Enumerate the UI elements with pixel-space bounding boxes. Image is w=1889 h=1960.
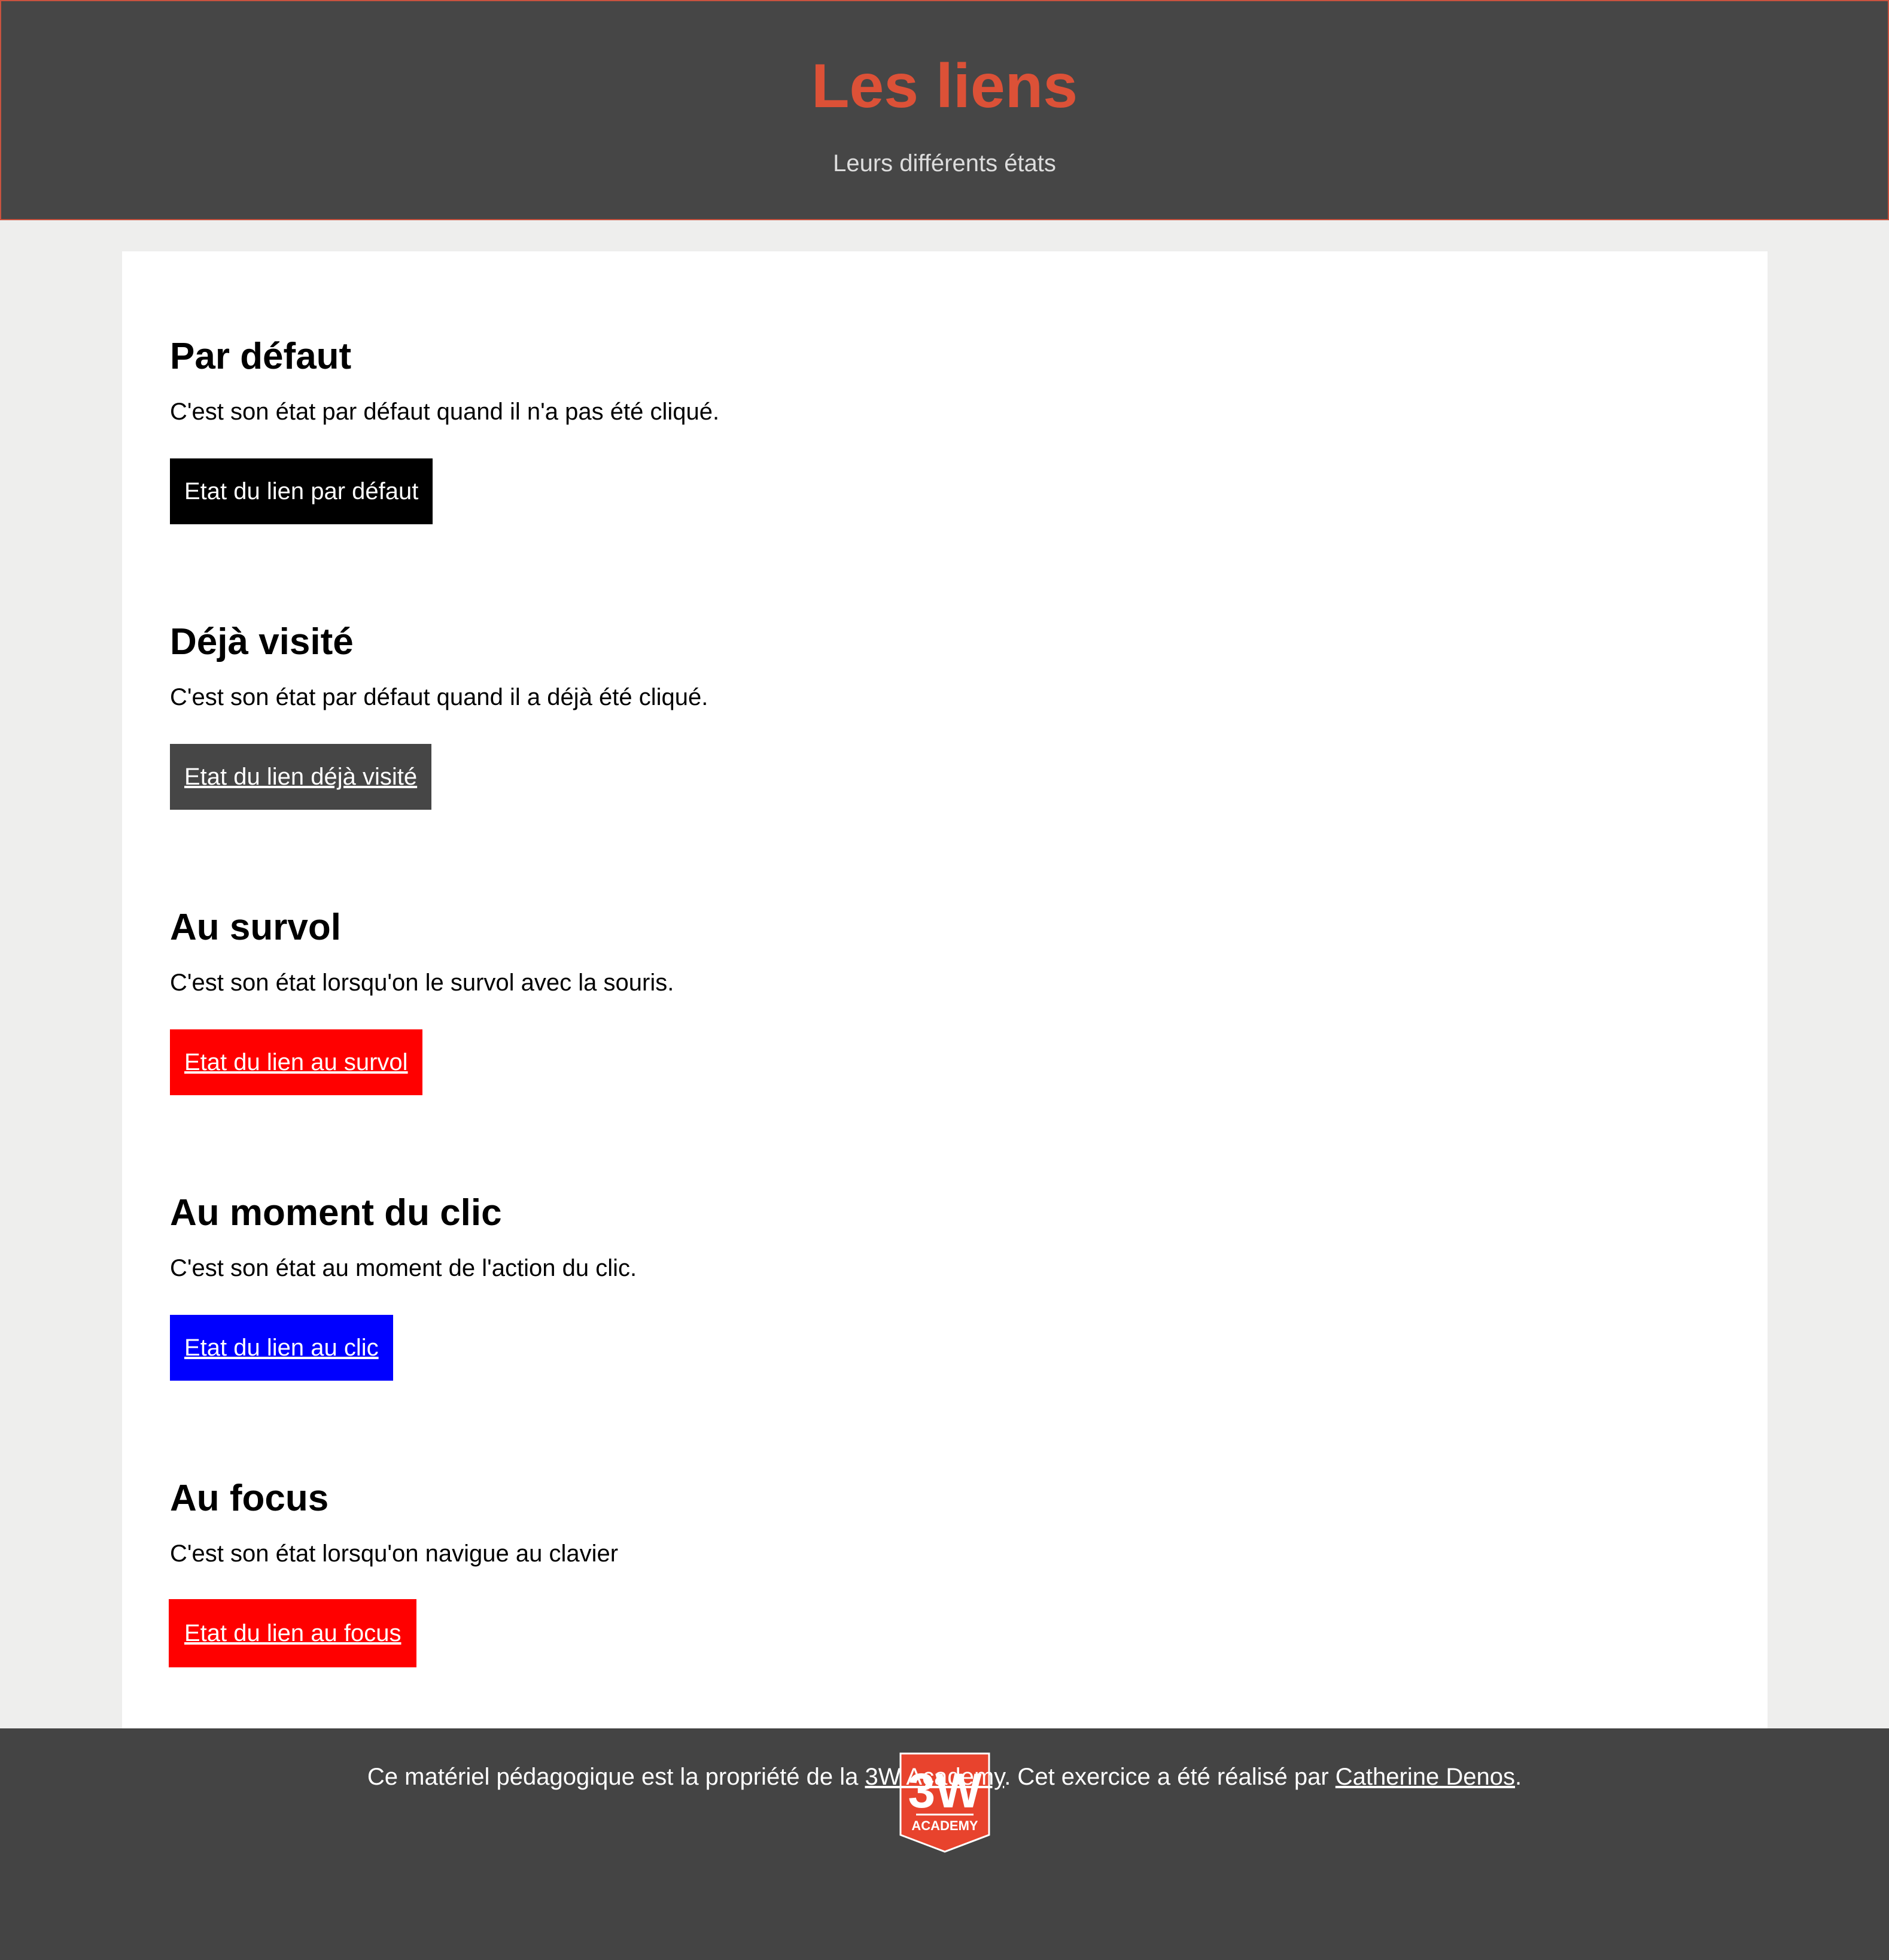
default-state-link[interactable]: Etat du lien par défaut	[170, 458, 433, 524]
3w-academy-link[interactable]: 3W Academy	[865, 1764, 1005, 1790]
page-subtitle: Leurs différents états	[833, 150, 1056, 177]
footer-text-before: Ce matériel pédagogique est la propriété…	[367, 1764, 865, 1790]
section-heading: Déjà visité	[170, 621, 354, 663]
section-heading: Au moment du clic	[170, 1192, 502, 1233]
section-description: C'est son état par défaut quand il n'a p…	[170, 399, 720, 425]
main-content: Par défaut C'est son état par défaut qua…	[122, 251, 1768, 1730]
section-description: C'est son état au moment de l'action du …	[170, 1255, 637, 1281]
focus-state-link[interactable]: Etat du lien au focus	[168, 1599, 417, 1667]
page-title: Les liens	[811, 51, 1078, 121]
visited-state-link[interactable]: Etat du lien déjà visité	[170, 744, 432, 810]
section-description: C'est son état par défaut quand il a déj…	[170, 684, 708, 710]
footer-text-middle: . Cet exercice a été réalisé par	[1004, 1764, 1336, 1790]
logo-sub-text: ACADEMY	[911, 1818, 978, 1833]
author-link[interactable]: Catherine Denos	[1336, 1764, 1515, 1790]
active-state-link[interactable]: Etat du lien au clic	[170, 1315, 393, 1381]
section-description: C'est son état lorsqu'on le survol avec …	[170, 970, 674, 996]
footer-credit: Ce matériel pédagogique est la propriété…	[0, 1762, 1889, 1792]
section-heading: Au survol	[170, 907, 341, 948]
section-description: C'est son état lorsqu'on navigue au clav…	[170, 1540, 619, 1567]
section-heading: Par défaut	[170, 336, 352, 377]
footer-text-after: .	[1514, 1764, 1522, 1790]
section-heading: Au focus	[170, 1478, 329, 1519]
hover-state-link[interactable]: Etat du lien au survol	[170, 1029, 422, 1095]
page-header: Les liens Leurs différents états	[0, 0, 1889, 220]
